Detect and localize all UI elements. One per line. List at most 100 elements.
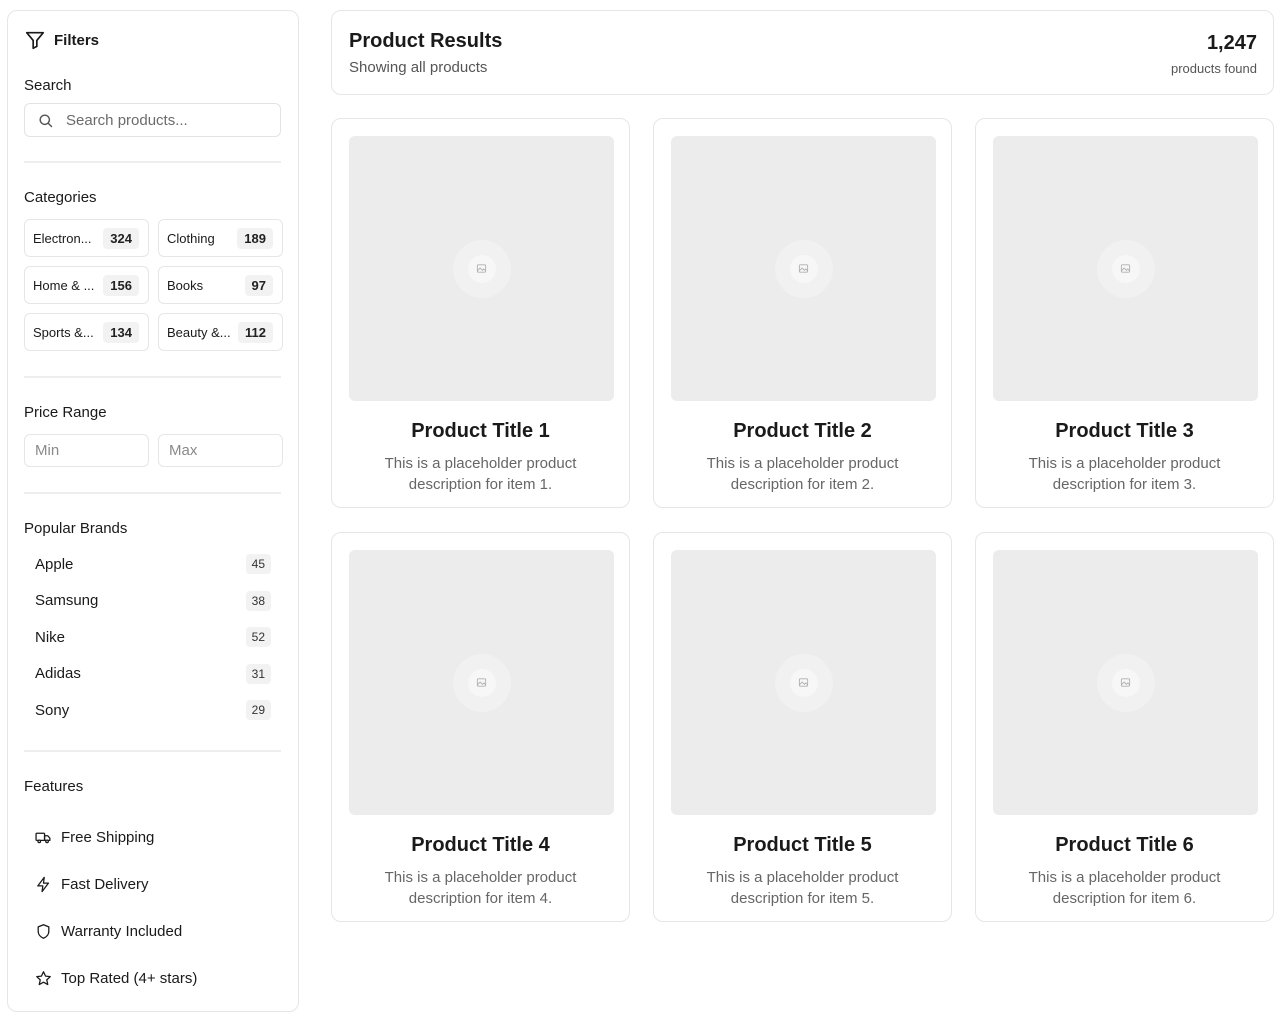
product-description: This is a placeholder product descriptio…	[384, 869, 577, 907]
feature-fast-delivery[interactable]: Fast Delivery	[24, 861, 281, 908]
category-count: 189	[237, 227, 273, 249]
brand-item[interactable]: Apple 45	[24, 546, 281, 583]
product-description: This is a placeholder product descriptio…	[384, 455, 577, 493]
product-image-placeholder	[993, 136, 1258, 401]
truck-icon	[35, 832, 51, 843]
brand-list: Apple 45 Samsung 38 Nike 52 Adidas 31 Sony 29	[24, 546, 281, 729]
category-chip[interactable]: Books 97	[158, 266, 283, 304]
product-description: This is a placeholder product descriptio…	[1028, 869, 1221, 907]
divider	[24, 492, 281, 494]
category-count: 324	[103, 227, 139, 249]
results-count-label: products found	[1170, 61, 1257, 76]
product-image-placeholder	[349, 550, 614, 815]
page-title: Product Results	[349, 30, 503, 52]
category-chip[interactable]: Clothing 189	[158, 219, 283, 257]
product-image-placeholder	[349, 136, 614, 401]
price-range-inputs	[24, 434, 283, 467]
product-title: Product Title 5	[733, 834, 872, 856]
product-card[interactable]: Product Title 6 This is a placeholder pr…	[975, 532, 1274, 922]
feature-label: Free Shipping	[61, 828, 155, 846]
brand-name: Nike	[35, 628, 66, 646]
product-card[interactable]: Product Title 5 This is a placeholder pr…	[653, 532, 952, 922]
filters-header: Filters	[24, 25, 281, 55]
features-label: Features	[24, 777, 84, 795]
brand-name: Sony	[35, 701, 70, 719]
category-chip[interactable]: Home & ... 156	[24, 266, 149, 304]
category-chip[interactable]: Sports &... 134	[24, 313, 149, 351]
category-count: 97	[244, 274, 273, 296]
brand-item[interactable]: Nike 52	[24, 619, 281, 656]
brand-item[interactable]: Adidas 31	[24, 656, 281, 693]
brand-name: Adidas	[35, 665, 81, 683]
lightning-icon	[37, 876, 50, 892]
brand-item[interactable]: Sony 29	[24, 692, 281, 729]
product-card[interactable]: Product Title 2 This is a placeholder pr…	[653, 118, 952, 508]
search-input[interactable]	[66, 111, 266, 129]
star-icon	[36, 970, 51, 985]
feature-label: Fast Delivery	[61, 875, 149, 893]
brand-count: 29	[245, 700, 271, 721]
product-grid: Product Title 1 This is a placeholder pr…	[331, 118, 1274, 922]
category-name: Beauty &...	[167, 324, 231, 340]
product-title: Product Title 6	[1055, 834, 1194, 856]
category-count: 156	[103, 274, 139, 296]
category-count: 112	[238, 321, 273, 343]
product-description: This is a placeholder product descriptio…	[706, 869, 899, 907]
product-title: Product Title 4	[411, 834, 550, 856]
results-count: 1,247	[1206, 32, 1257, 54]
divider	[24, 376, 281, 378]
price-max-input[interactable]	[158, 434, 283, 467]
search-label: Search	[24, 77, 72, 94]
product-card[interactable]: Product Title 1 This is a placeholder pr…	[331, 118, 630, 508]
popular-brands-label: Popular Brands	[24, 520, 128, 537]
image-icon	[798, 678, 809, 687]
product-image-placeholder	[671, 550, 936, 815]
product-description: This is a placeholder product descriptio…	[1028, 455, 1221, 493]
category-name: Home & ...	[33, 277, 95, 293]
category-grid: Electron... 324 Clothing 189 Home & ... 156…	[24, 219, 283, 351]
divider	[24, 749, 281, 752]
price-min-input[interactable]	[24, 434, 149, 467]
category-name: Clothing	[167, 230, 215, 246]
page-subtitle: Showing all products	[349, 59, 488, 76]
product-card[interactable]: Product Title 4 This is a placeholder pr…	[331, 532, 630, 922]
product-description: This is a placeholder product descriptio…	[706, 455, 899, 493]
image-icon	[1120, 678, 1131, 687]
brand-item[interactable]: Samsung 38	[24, 583, 281, 620]
product-card[interactable]: Product Title 3 This is a placeholder pr…	[975, 118, 1274, 508]
product-image-placeholder	[993, 550, 1258, 815]
brand-name: Apple	[35, 555, 74, 573]
brand-count: 31	[245, 663, 271, 684]
filters-sidebar: Filters Search Categories Electron... 324…	[7, 10, 299, 1012]
category-chip[interactable]: Electron... 324	[24, 219, 149, 257]
category-chip[interactable]: Beauty &... 112	[158, 313, 283, 351]
divider	[24, 161, 281, 163]
shield-icon	[37, 923, 50, 939]
feature-list: Free Shipping Fast Delivery Warranty Inc…	[24, 814, 281, 1002]
brand-count: 52	[245, 627, 271, 648]
feature-label: Top Rated (4+ stars)	[61, 969, 198, 987]
search-icon	[39, 113, 53, 127]
product-title: Product Title 1	[411, 420, 550, 442]
image-icon	[476, 678, 487, 687]
categories-label: Categories	[24, 189, 97, 206]
brand-count: 38	[245, 590, 271, 611]
brand-name: Samsung	[35, 592, 99, 610]
product-image-placeholder	[671, 136, 936, 401]
filters-title: Filters	[54, 31, 100, 49]
product-title: Product Title 3	[1055, 420, 1194, 442]
category-name: Sports &...	[33, 324, 94, 340]
image-icon	[1120, 264, 1131, 273]
image-icon	[476, 264, 487, 273]
feature-free-shipping[interactable]: Free Shipping	[24, 814, 281, 861]
results-header: Product Results Showing all products 1,2…	[331, 10, 1274, 95]
brand-count: 45	[245, 554, 271, 575]
filter-icon	[25, 31, 45, 50]
image-icon	[798, 264, 809, 273]
product-title: Product Title 2	[733, 420, 872, 442]
feature-label: Warranty Included	[61, 922, 183, 940]
feature-top-rated[interactable]: Top Rated (4+ stars)	[24, 955, 281, 1002]
category-name: Electron...	[33, 230, 92, 246]
search-field[interactable]	[24, 103, 281, 137]
feature-warranty[interactable]: Warranty Included	[24, 908, 281, 955]
